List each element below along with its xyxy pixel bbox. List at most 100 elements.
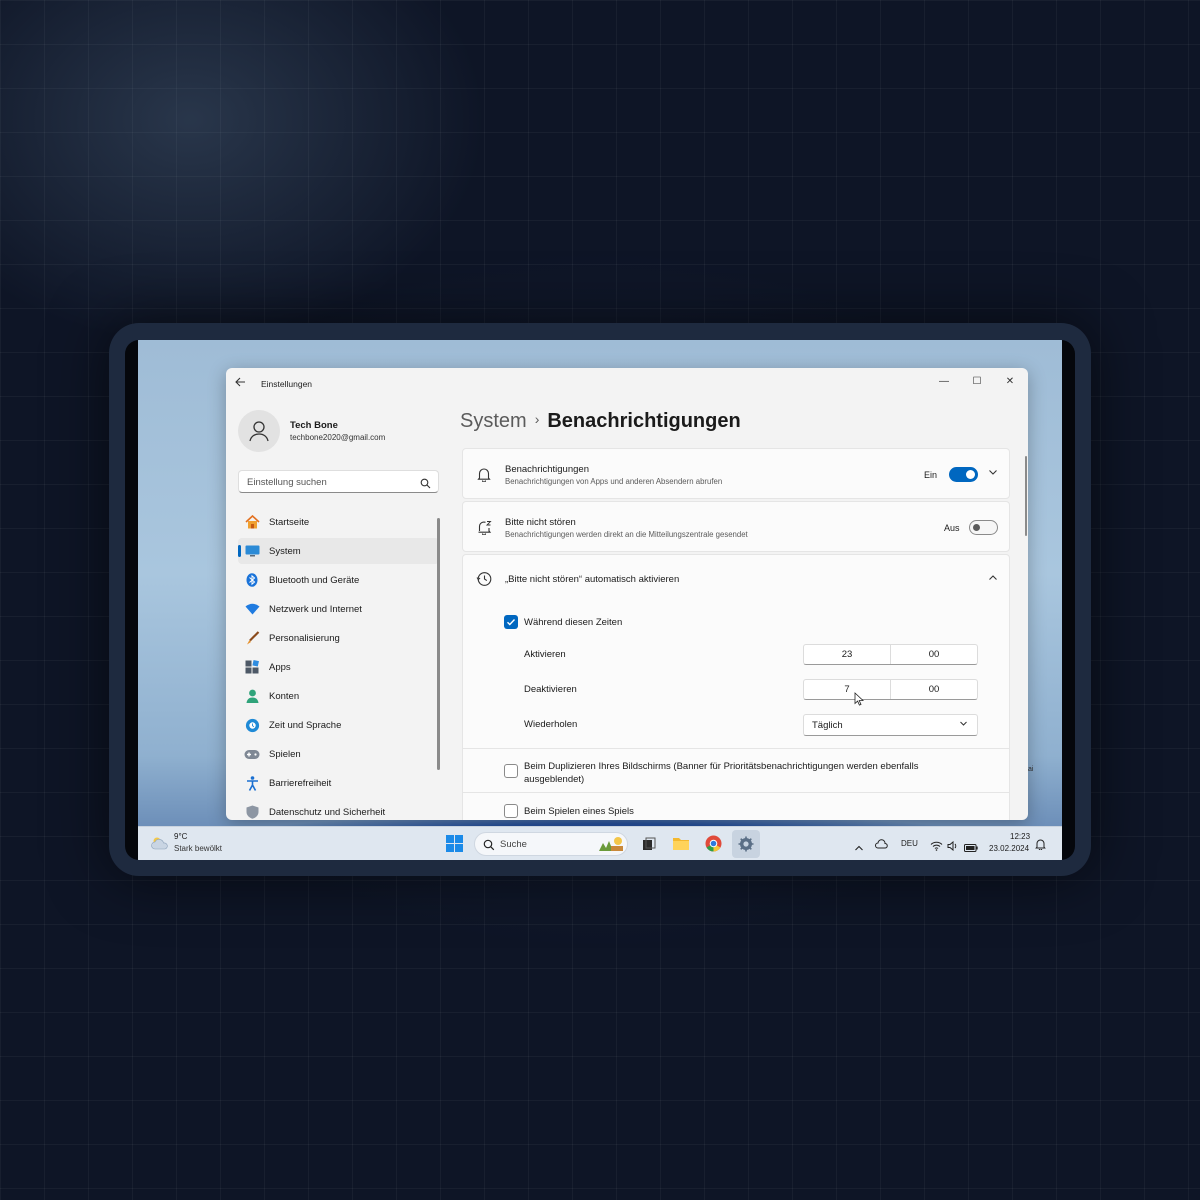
sidebar-item-konten[interactable]: Konten bbox=[238, 683, 439, 709]
task-view-icon[interactable] bbox=[642, 837, 656, 856]
chevron-up-icon[interactable] bbox=[988, 573, 998, 586]
activate-time-picker[interactable]: 23 00 bbox=[803, 644, 978, 665]
battery-icon[interactable] bbox=[964, 839, 978, 857]
breadcrumb-parent[interactable]: System bbox=[460, 410, 527, 432]
repeat-label: Wiederholen bbox=[524, 719, 578, 730]
avatar[interactable] bbox=[238, 410, 280, 452]
wifi-icon bbox=[244, 601, 260, 617]
language-indicator[interactable]: DEU bbox=[901, 839, 918, 848]
taskbar-search[interactable]: Suche bbox=[474, 832, 628, 856]
gaming-checkbox[interactable] bbox=[504, 804, 518, 818]
sidebar-item-spielen[interactable]: Spielen bbox=[238, 741, 439, 767]
windows-start-icon[interactable] bbox=[446, 835, 463, 857]
sidebar-item-label: Datenschutz und Sicherheit bbox=[269, 807, 386, 818]
sidebar-item-label: Spielen bbox=[269, 749, 301, 760]
onedrive-icon[interactable] bbox=[875, 837, 889, 855]
notifications-toggle[interactable] bbox=[949, 467, 978, 482]
weather-description[interactable]: Stark bewölkt bbox=[174, 844, 222, 853]
profile-name: Tech Bone bbox=[290, 420, 338, 431]
sidebar-item-system[interactable]: System bbox=[238, 538, 439, 564]
sidebar-scrollbar[interactable] bbox=[437, 518, 440, 770]
sidebar-item-label: Barrierefreiheit bbox=[269, 778, 332, 789]
search-icon[interactable] bbox=[420, 476, 431, 494]
notifications-subtitle: Benachrichtigungen von Apps und anderen … bbox=[505, 477, 723, 486]
gear-icon bbox=[738, 836, 754, 852]
during-times-checkbox[interactable] bbox=[504, 615, 518, 629]
sidebar-item-zeit-und-sprache[interactable]: Zeit und Sprache bbox=[238, 712, 439, 738]
minimize-button[interactable]: — bbox=[933, 373, 955, 391]
sidebar-item-netzwerk[interactable]: Netzwerk und Internet bbox=[238, 596, 439, 622]
accessibility-icon bbox=[244, 775, 260, 791]
taskbar: 9°C Stark bewölkt Suche DEU 12:23 23.02.… bbox=[138, 826, 1062, 860]
bell-icon bbox=[475, 465, 493, 483]
bell-snooze-icon bbox=[475, 518, 493, 536]
sidebar-nav: Startseite System Bluetooth und Geräte N… bbox=[238, 509, 439, 820]
duplicate-screen-label-line1: Beim Duplizieren Ihres Bildschirms (Bann… bbox=[524, 761, 919, 772]
breadcrumb-separator: › bbox=[534, 411, 540, 427]
during-times-label: Während diesen Zeiten bbox=[524, 617, 623, 628]
search-placeholder: Einstellung suchen bbox=[247, 477, 327, 488]
bluetooth-icon bbox=[244, 572, 260, 588]
gamepad-icon bbox=[244, 746, 260, 762]
back-button[interactable] bbox=[235, 376, 246, 390]
activate-minute[interactable]: 00 bbox=[891, 645, 977, 664]
clock-icon bbox=[475, 570, 493, 588]
activate-hour[interactable]: 23 bbox=[804, 645, 891, 664]
active-indicator bbox=[238, 545, 241, 557]
notifications-card[interactable]: Benachrichtigungen Benachrichtigungen vo… bbox=[462, 448, 1010, 499]
activate-label: Aktivieren bbox=[524, 649, 566, 660]
account-icon bbox=[244, 688, 260, 704]
sidebar-item-apps[interactable]: Apps bbox=[238, 654, 439, 680]
dnd-title: Bitte nicht stören bbox=[505, 517, 576, 528]
deactivate-hour[interactable]: 7 bbox=[804, 680, 891, 699]
sidebar-item-personalisierung[interactable]: Personalisierung bbox=[238, 625, 439, 651]
weather-temperature[interactable]: 9°C bbox=[174, 832, 187, 841]
main-scrollbar[interactable] bbox=[1025, 456, 1027, 536]
cloud-icon[interactable] bbox=[151, 836, 169, 855]
person-icon bbox=[249, 421, 269, 442]
chevron-down-icon[interactable] bbox=[988, 467, 998, 480]
deactivate-time-picker[interactable]: 7 00 bbox=[803, 679, 978, 700]
dnd-toggle-label: Aus bbox=[944, 523, 960, 533]
wifi-icon[interactable] bbox=[930, 838, 943, 856]
clock-date[interactable]: 23.02.2024 bbox=[989, 844, 1029, 853]
auto-dnd-header[interactable]: „Bitte nicht stören“ automatisch aktivie… bbox=[462, 554, 1010, 604]
sidebar-item-label: Personalisierung bbox=[269, 633, 340, 644]
search-input[interactable]: Einstellung suchen bbox=[238, 470, 439, 493]
sidebar-item-startseite[interactable]: Startseite bbox=[238, 509, 439, 535]
chrome-icon[interactable] bbox=[705, 835, 722, 857]
title-bar: Einstellungen — ☐ ✕ bbox=[226, 368, 1028, 400]
shield-icon bbox=[244, 804, 260, 820]
sidebar-item-label: Apps bbox=[269, 662, 291, 673]
sidebar-item-label: System bbox=[269, 546, 301, 557]
chevron-up-icon[interactable] bbox=[854, 839, 864, 857]
sidebar-item-datenschutz[interactable]: Datenschutz und Sicherheit bbox=[238, 799, 439, 820]
mouse-cursor-icon bbox=[854, 692, 865, 711]
breadcrumb: System › Benachrichtigungen bbox=[460, 410, 741, 433]
sidebar-item-label: Konten bbox=[269, 691, 300, 702]
maximize-button[interactable]: ☐ bbox=[966, 373, 988, 391]
repeat-dropdown[interactable]: Täglich bbox=[803, 714, 978, 736]
file-explorer-icon[interactable] bbox=[672, 835, 690, 856]
bell-icon[interactable] bbox=[1035, 837, 1046, 855]
search-icon bbox=[483, 838, 495, 856]
profile-email: techbone2020@gmail.com bbox=[290, 433, 386, 442]
globe-clock-icon bbox=[244, 717, 260, 733]
app-title: Einstellungen bbox=[261, 379, 313, 389]
sidebar-item-barrierefreiheit[interactable]: Barrierefreiheit bbox=[238, 770, 439, 796]
monitor-icon bbox=[244, 543, 260, 559]
clock-time[interactable]: 12:23 bbox=[1010, 832, 1030, 841]
repeat-value: Täglich bbox=[812, 720, 843, 731]
volume-icon[interactable] bbox=[947, 838, 959, 856]
sidebar-item-bluetooth[interactable]: Bluetooth und Geräte bbox=[238, 567, 439, 593]
apps-icon bbox=[244, 659, 260, 675]
duplicate-screen-checkbox[interactable] bbox=[504, 764, 518, 778]
home-icon bbox=[244, 514, 260, 530]
close-button[interactable]: ✕ bbox=[999, 373, 1021, 391]
auto-dnd-title: „Bitte nicht stören“ automatisch aktivie… bbox=[505, 574, 680, 585]
search-highlight-icon bbox=[597, 835, 625, 858]
deactivate-minute[interactable]: 00 bbox=[891, 680, 977, 699]
settings-taskbar-button[interactable] bbox=[732, 830, 760, 858]
dnd-toggle[interactable] bbox=[969, 520, 998, 535]
arrow-left-icon bbox=[235, 377, 245, 387]
